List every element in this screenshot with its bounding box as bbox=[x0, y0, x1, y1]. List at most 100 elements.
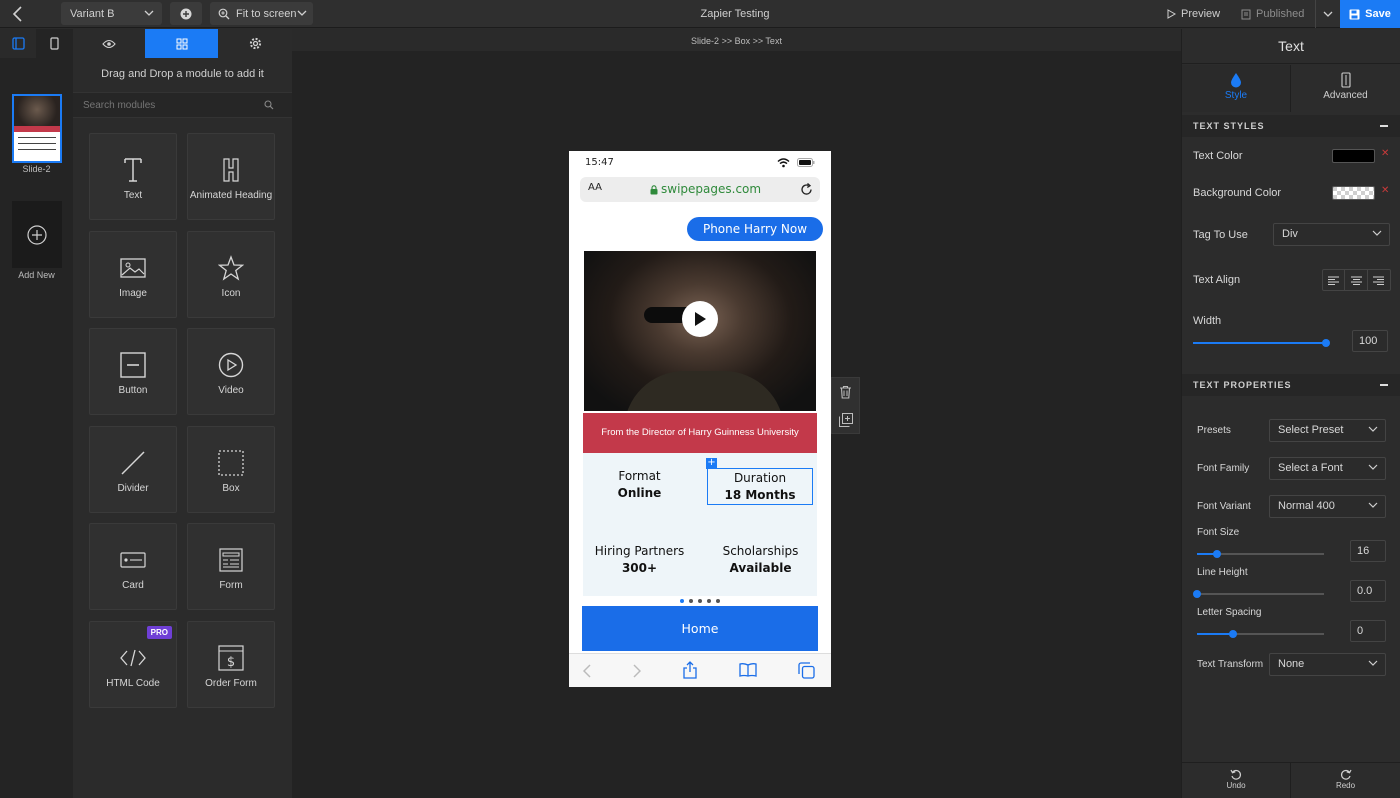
save-button[interactable]: Save bbox=[1340, 0, 1400, 28]
letter-spacing-slider[interactable] bbox=[1197, 630, 1324, 638]
search-input[interactable] bbox=[83, 97, 253, 114]
properties-panel: Text Style Advanced TEXT STYLES Text Col… bbox=[1181, 29, 1400, 798]
module-animated-heading[interactable]: Animated Heading bbox=[187, 133, 275, 220]
order-form-icon: $ bbox=[218, 644, 244, 671]
tab-modules[interactable] bbox=[145, 29, 218, 58]
line-height-input[interactable]: 0.0 bbox=[1350, 580, 1386, 602]
bg-color-swatch[interactable] bbox=[1332, 186, 1375, 200]
module-image[interactable]: Image bbox=[89, 231, 177, 318]
text-transform-select[interactable]: None bbox=[1269, 653, 1386, 676]
clear-text-color-icon[interactable]: ✕ bbox=[1381, 148, 1389, 159]
font-size-input[interactable]: 16 bbox=[1350, 540, 1386, 562]
duplicate-button[interactable] bbox=[839, 413, 853, 427]
align-center-button[interactable] bbox=[1345, 270, 1368, 290]
stat-hiring[interactable]: Hiring Partners 300+ bbox=[583, 544, 696, 575]
carousel-dot[interactable] bbox=[680, 599, 684, 603]
bookmarks-icon[interactable] bbox=[739, 663, 757, 677]
redo-button[interactable]: Redo bbox=[1291, 762, 1400, 798]
module-html-code[interactable]: HTML Code PRO bbox=[89, 621, 177, 708]
tab-settings[interactable] bbox=[218, 29, 292, 58]
collapse-icon bbox=[1380, 384, 1388, 386]
font-family-select[interactable]: Select a Font bbox=[1269, 457, 1386, 480]
hero-shirt bbox=[624, 371, 784, 411]
slide-thumbnail[interactable] bbox=[12, 94, 62, 163]
stats-box[interactable]: Format Online Duration 18 Months + Hirin… bbox=[583, 453, 817, 596]
module-card[interactable]: Card bbox=[89, 523, 177, 610]
mobile-view-toggle[interactable] bbox=[36, 29, 73, 58]
desktop-view-toggle[interactable] bbox=[0, 29, 36, 58]
reader-size-button[interactable]: AA bbox=[588, 182, 602, 193]
module-video[interactable]: Video bbox=[187, 328, 275, 415]
carousel-dot[interactable] bbox=[698, 599, 702, 603]
tab-style[interactable]: Style bbox=[1182, 65, 1291, 112]
forward-icon[interactable] bbox=[633, 664, 641, 678]
font-variant-label: Font Variant bbox=[1197, 501, 1251, 512]
zoom-select[interactable]: Fit to screen bbox=[210, 2, 313, 25]
published-button[interactable]: Published bbox=[1241, 0, 1304, 28]
clear-bg-color-icon[interactable]: ✕ bbox=[1381, 185, 1389, 196]
presets-select[interactable]: Select Preset bbox=[1269, 419, 1386, 442]
text-properties-header[interactable]: TEXT PROPERTIES bbox=[1182, 374, 1400, 396]
selection-handle[interactable]: + bbox=[706, 458, 717, 469]
add-variant-button[interactable] bbox=[170, 2, 202, 25]
module-form[interactable]: Form bbox=[187, 523, 275, 610]
line-height-label: Line Height bbox=[1197, 567, 1248, 578]
tag-label: Tag To Use bbox=[1193, 229, 1248, 241]
font-size-slider[interactable] bbox=[1197, 550, 1324, 558]
tag-select[interactable]: Div bbox=[1273, 223, 1390, 246]
breadcrumb: Slide-2 >> Box >> Text bbox=[292, 29, 1181, 51]
width-input[interactable]: 100 bbox=[1352, 330, 1388, 352]
hero-video[interactable] bbox=[584, 251, 816, 411]
back-icon[interactable] bbox=[583, 664, 591, 678]
chevron-down-icon bbox=[1323, 11, 1333, 17]
letter-spacing-label: Letter Spacing bbox=[1197, 607, 1262, 618]
tabs-icon[interactable] bbox=[798, 662, 815, 679]
text-styles-header[interactable]: TEXT STYLES bbox=[1182, 115, 1400, 137]
module-label: Box bbox=[222, 482, 240, 494]
stat-duration[interactable]: Duration 18 Months + bbox=[706, 458, 813, 505]
reload-icon[interactable] bbox=[800, 183, 813, 196]
phone-cta-button[interactable]: Phone Harry Now bbox=[687, 217, 823, 241]
tab-advanced[interactable]: Advanced bbox=[1291, 65, 1400, 112]
module-text[interactable]: Text bbox=[89, 133, 177, 220]
presets-label: Presets bbox=[1197, 425, 1231, 436]
preview-button[interactable]: Preview bbox=[1166, 0, 1220, 28]
stat-format[interactable]: Format Online bbox=[583, 469, 696, 500]
phone-preview: 15:47 AA swipepages.com Phone Harry Now … bbox=[569, 151, 831, 687]
module-search[interactable] bbox=[73, 92, 292, 118]
publish-options-button[interactable] bbox=[1315, 0, 1340, 28]
add-slide-button[interactable] bbox=[12, 201, 62, 268]
play-button[interactable] bbox=[682, 301, 718, 337]
undo-button[interactable]: Undo bbox=[1182, 762, 1291, 798]
drop-icon bbox=[1231, 73, 1241, 88]
delete-button[interactable] bbox=[839, 385, 852, 399]
carousel-dots[interactable] bbox=[680, 599, 720, 603]
address-bar[interactable]: AA swipepages.com bbox=[580, 177, 820, 202]
align-left-button[interactable] bbox=[1323, 270, 1346, 290]
module-divider[interactable]: Divider bbox=[89, 426, 177, 513]
stat-scholarships[interactable]: Scholarships Available bbox=[704, 544, 817, 575]
carousel-dot[interactable] bbox=[689, 599, 693, 603]
width-slider[interactable] bbox=[1193, 339, 1330, 347]
carousel-dot[interactable] bbox=[707, 599, 711, 603]
tab-preview[interactable] bbox=[73, 29, 145, 58]
stat-value: Online bbox=[617, 486, 662, 500]
divider-icon bbox=[121, 450, 145, 475]
module-button[interactable]: Button bbox=[89, 328, 177, 415]
letter-spacing-input[interactable]: 0 bbox=[1350, 620, 1386, 642]
carousel-dot[interactable] bbox=[716, 599, 720, 603]
home-button[interactable]: Home bbox=[582, 606, 818, 651]
share-icon[interactable] bbox=[683, 661, 697, 679]
module-box[interactable]: Box bbox=[187, 426, 275, 513]
module-label: HTML Code bbox=[106, 677, 160, 689]
module-icon[interactable]: Icon bbox=[187, 231, 275, 318]
module-order-form[interactable]: $ Order Form bbox=[187, 621, 275, 708]
search-icon bbox=[264, 100, 274, 110]
chevron-left-icon bbox=[12, 6, 22, 22]
font-variant-select[interactable]: Normal 400 bbox=[1269, 495, 1386, 518]
align-right-button[interactable] bbox=[1368, 270, 1390, 290]
variant-select[interactable]: Variant B bbox=[61, 2, 162, 25]
text-color-swatch[interactable] bbox=[1332, 149, 1375, 163]
back-button[interactable] bbox=[8, 4, 30, 24]
line-height-slider[interactable] bbox=[1193, 590, 1324, 598]
